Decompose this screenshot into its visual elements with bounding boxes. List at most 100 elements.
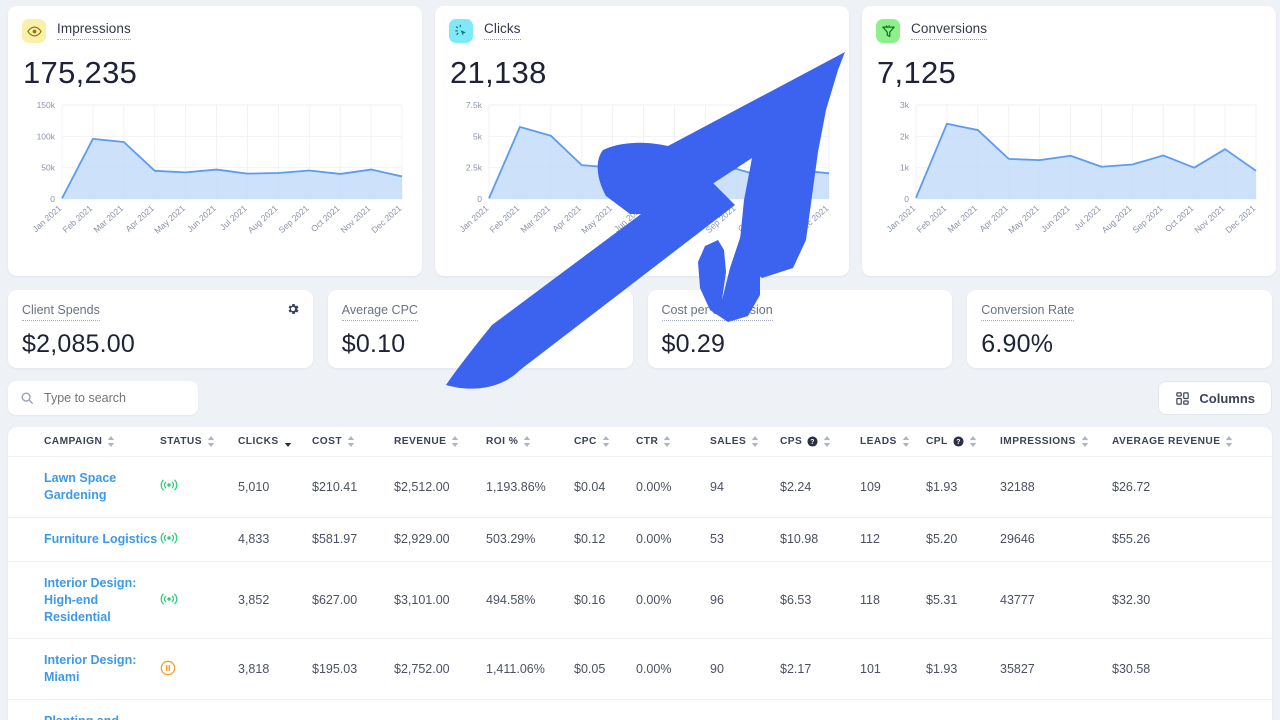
- column-header-roi-[interactable]: ROI %: [486, 427, 574, 457]
- column-header-sales[interactable]: SALES: [710, 427, 780, 457]
- column-header-revenue[interactable]: REVENUE: [394, 427, 486, 457]
- cell-revenue: $2,752.00: [394, 638, 486, 701]
- sort-icon[interactable]: [207, 436, 215, 447]
- svg-text:Dec 2021: Dec 2021: [369, 203, 403, 235]
- sort-icon[interactable]: [823, 436, 831, 447]
- table-row[interactable]: Planting and Trimming 3,625$472.59$2,518.…: [8, 699, 1272, 720]
- svg-text:Mar 2021: Mar 2021: [91, 203, 125, 235]
- campaign-link[interactable]: Interior Design: High-end Residential: [44, 575, 160, 626]
- cell-revenue: $2,512.00: [394, 456, 486, 518]
- cell-campaign[interactable]: Furniture Logistics: [8, 517, 160, 562]
- sort-icon[interactable]: [902, 436, 910, 447]
- svg-text:Feb 2021: Feb 2021: [488, 203, 522, 235]
- cursor-click-icon-badge: [449, 19, 473, 43]
- cell-cpc: $0.13: [574, 699, 636, 720]
- column-header-cpl[interactable]: CPL?: [926, 427, 1000, 457]
- campaign-link[interactable]: Planting and Trimming: [44, 713, 160, 720]
- cell-revenue: $3,101.00: [394, 561, 486, 640]
- sort-icon[interactable]: [523, 436, 531, 447]
- kpi-card-conversion-rate[interactable]: Conversion Rate 6.90%: [967, 290, 1272, 368]
- sort-icon[interactable]: [451, 436, 459, 447]
- gear-icon[interactable]: [286, 302, 300, 316]
- campaign-link[interactable]: Interior Design: Miami: [44, 652, 160, 686]
- kpi-card-average-cpc[interactable]: Average CPC $0.10: [327, 290, 633, 368]
- sort-icon[interactable]: [347, 436, 355, 447]
- campaign-link[interactable]: Furniture Logistics: [44, 531, 160, 548]
- sort-icon[interactable]: [1225, 436, 1233, 447]
- sort-icon[interactable]: [751, 436, 759, 447]
- svg-text:0: 0: [50, 194, 55, 204]
- column-header-label: CPC: [574, 436, 597, 447]
- metric-card-clicks[interactable]: Clicks 21,138 0 2.5k 5k 7.5k Jan 2021 Feb 202…: [435, 6, 849, 276]
- svg-text:Oct 2021: Oct 2021: [736, 203, 769, 234]
- sort-icon[interactable]: [969, 436, 977, 447]
- cell-cost: $581.97: [312, 517, 394, 562]
- sort-icon[interactable]: [663, 436, 671, 447]
- column-header-impressions[interactable]: IMPRESSIONS: [1000, 427, 1112, 457]
- column-header-label: CTR: [636, 436, 659, 447]
- column-header-cps[interactable]: CPS?: [780, 427, 860, 457]
- cell-leads: 112: [860, 517, 926, 562]
- cell-campaign[interactable]: Interior Design: Miami: [8, 638, 160, 701]
- columns-button[interactable]: Columns: [1158, 381, 1272, 415]
- svg-text:150k: 150k: [37, 100, 56, 110]
- cell-clicks: 3,818: [238, 638, 312, 701]
- help-icon[interactable]: ?: [807, 436, 818, 447]
- cell-clicks: 5,010: [238, 456, 312, 518]
- sort-icon[interactable]: [602, 436, 610, 447]
- kpi-value: $2,085.00: [22, 329, 136, 358]
- svg-text:Apr 2021: Apr 2021: [977, 203, 1010, 234]
- card-value: 21,138: [450, 55, 547, 90]
- sort-icon[interactable]: [1081, 436, 1089, 447]
- kpi-card-cost-per-conversion[interactable]: Cost per conversion $0.29: [647, 290, 953, 368]
- campaign-link[interactable]: Lawn Space Gardening: [44, 470, 160, 504]
- cell-sales: 90: [710, 638, 780, 701]
- cell-roi: 1,193.86%: [486, 456, 574, 518]
- svg-text:50k: 50k: [41, 163, 55, 173]
- svg-text:7.5k: 7.5k: [466, 100, 483, 110]
- card-title: Clicks: [484, 21, 521, 40]
- eye-icon-badge: [22, 19, 46, 43]
- kpi-label: Client Spends: [22, 303, 100, 321]
- table-row[interactable]: Furniture Logistics 4,833 $581.97 $2,929.00…: [8, 517, 1272, 562]
- svg-text:?: ?: [956, 439, 960, 446]
- kpi-card-client-spends[interactable]: Client Spends $2,085.00: [8, 290, 313, 368]
- svg-text:Oct 2021: Oct 2021: [309, 203, 342, 234]
- table-row[interactable]: Interior Design: High-end Residential 3,8…: [8, 561, 1272, 640]
- column-header-label: LEADS: [860, 436, 897, 447]
- metric-card-conversions[interactable]: Conversions 7,125 0 1k 2k 3k Jan 2021 Feb 202…: [862, 6, 1276, 276]
- cell-roi: 532.81%: [486, 699, 574, 720]
- table-row[interactable]: Lawn Space Gardening 5,010 $210.41 $2,512.0…: [8, 456, 1272, 518]
- help-icon[interactable]: ?: [953, 436, 964, 447]
- cell-revenue: $2,929.00: [394, 517, 486, 562]
- svg-text:May 2021: May 2021: [1006, 203, 1041, 236]
- column-header-cost[interactable]: COST: [312, 427, 394, 457]
- cell-cpc: $0.16: [574, 561, 636, 640]
- column-header-campaign[interactable]: CAMPAIGN: [8, 427, 160, 457]
- search-box[interactable]: [8, 381, 198, 415]
- cell-sales: 94: [710, 456, 780, 518]
- cell-clicks: 3,625: [238, 699, 312, 720]
- search-input[interactable]: [44, 391, 174, 405]
- column-header-leads[interactable]: LEADS: [860, 427, 926, 457]
- cell-clicks: 4,833: [238, 517, 312, 562]
- svg-text:2k: 2k: [900, 131, 910, 141]
- column-header-cpc[interactable]: CPC: [574, 427, 636, 457]
- column-header-status[interactable]: STATUS: [160, 427, 238, 457]
- cell-campaign[interactable]: Planting and Trimming: [8, 699, 160, 720]
- column-header-label: CPS: [780, 436, 803, 447]
- cell-campaign[interactable]: Interior Design: High-end Residential: [8, 561, 160, 640]
- cell-campaign[interactable]: Lawn Space Gardening: [8, 456, 160, 518]
- metric-card-impressions[interactable]: Impressions 175,235 0 50k 100k 150k Jan 2021…: [8, 6, 422, 276]
- table-row[interactable]: Interior Design: Miami 3,818 $195.03 $2,752…: [8, 638, 1272, 701]
- cell-avg_revenue: $30.58: [1112, 638, 1272, 701]
- column-header-average-revenue[interactable]: AVERAGE REVENUE: [1112, 427, 1272, 457]
- sort-icon[interactable]: [107, 436, 115, 447]
- column-header-ctr[interactable]: CTR: [636, 427, 710, 457]
- column-header-clicks[interactable]: CLICKS: [238, 427, 312, 457]
- svg-text:Mar 2021: Mar 2021: [945, 203, 979, 235]
- card-header: Impressions: [22, 19, 408, 43]
- svg-text:Jul 2021: Jul 2021: [1072, 203, 1103, 232]
- cell-cpl: $1.93: [926, 638, 1000, 701]
- sort-icon[interactable]: [284, 436, 292, 447]
